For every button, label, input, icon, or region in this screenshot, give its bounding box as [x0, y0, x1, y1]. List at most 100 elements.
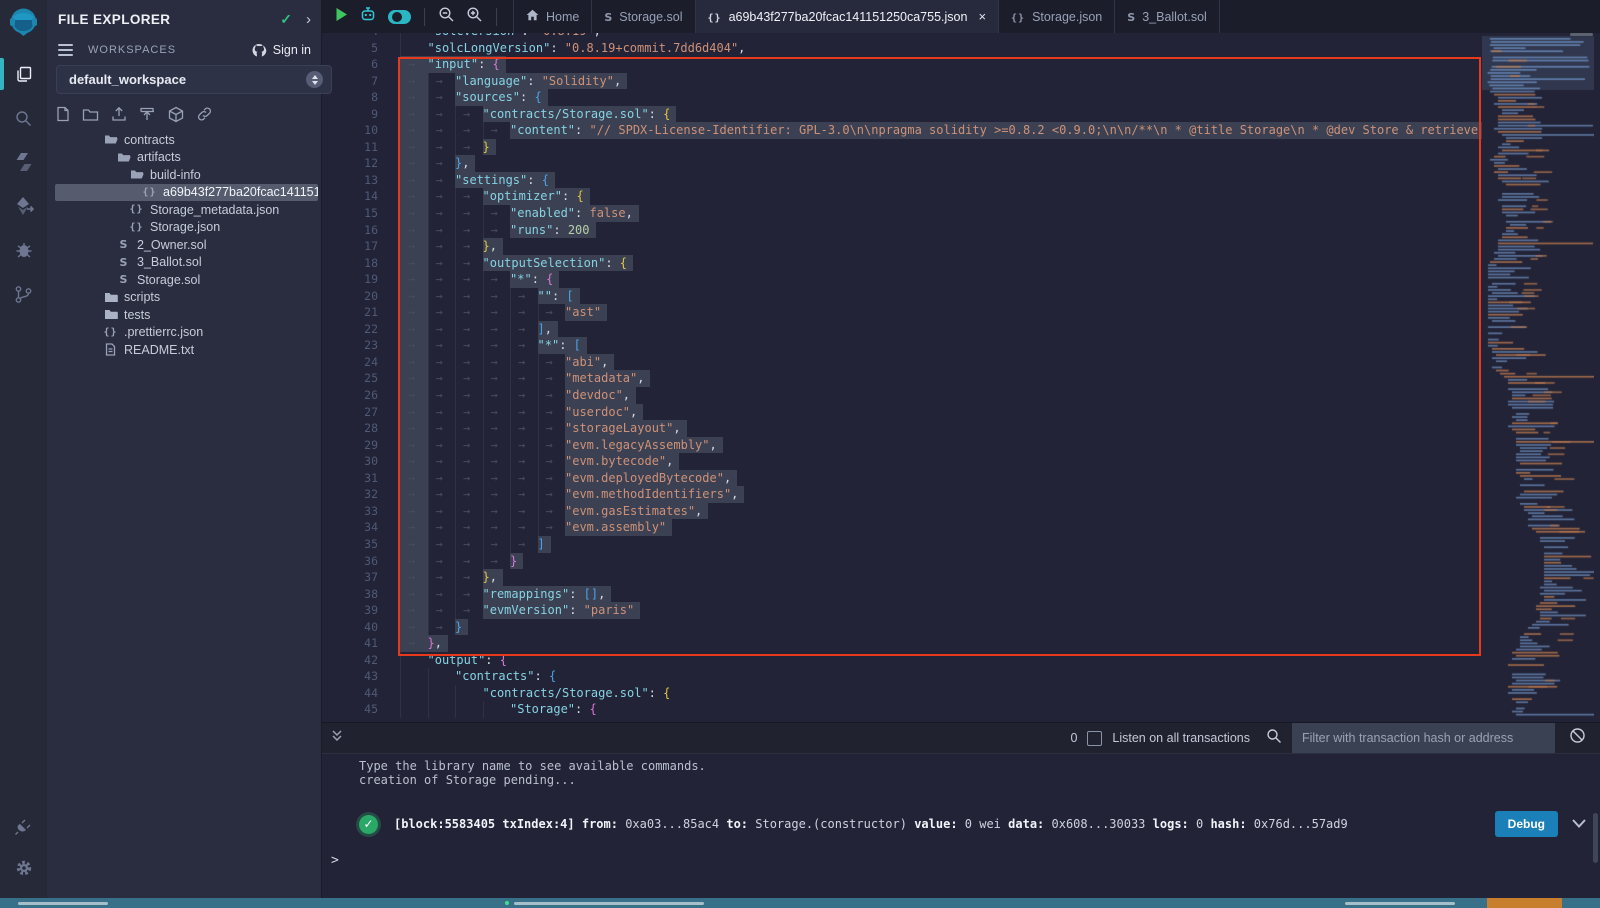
debugger-icon[interactable] — [0, 230, 47, 270]
code-line-5[interactable]: 5"solcLongVersion": "0.8.19+commit.7dd6d… — [321, 40, 1482, 57]
line-number[interactable]: 31 — [321, 470, 378, 487]
line-number[interactable]: 28 — [321, 420, 378, 437]
workspace-select[interactable]: default_workspace — [56, 65, 332, 94]
minimap[interactable] — [1482, 33, 1594, 722]
code-line-7[interactable]: 7"language": "Solidity", — [321, 73, 1482, 90]
line-number[interactable]: 20 — [321, 288, 378, 305]
code-line-44[interactable]: 44"contracts/Storage.sol": { — [321, 685, 1482, 702]
code-line-34[interactable]: 34"evm.assembly" — [321, 519, 1482, 536]
code-line-13[interactable]: 13"settings": { — [321, 172, 1482, 189]
tree-item-storage-metadata-json[interactable]: {}Storage_metadata.json — [47, 201, 320, 219]
close-tab-icon[interactable]: × — [978, 9, 986, 24]
run-script-icon[interactable] — [335, 7, 348, 27]
code-line-10[interactable]: 10"content": "// SPDX-License-Identifier… — [321, 122, 1482, 139]
line-number[interactable]: 16 — [321, 222, 378, 239]
create-folder-icon[interactable] — [82, 107, 99, 122]
code-line-36[interactable]: 36} — [321, 553, 1482, 570]
code-line-30[interactable]: 30"evm.bytecode", — [321, 453, 1482, 470]
code-line-6[interactable]: 6"input": { — [321, 56, 1482, 73]
line-number[interactable]: 37 — [321, 569, 378, 586]
status-bar[interactable] — [0, 898, 1600, 908]
debug-button[interactable]: Debug — [1495, 811, 1558, 837]
line-number[interactable]: 27 — [321, 404, 378, 421]
transaction-filter-input[interactable] — [1292, 723, 1555, 753]
ai-robot-icon[interactable] — [359, 5, 377, 28]
code-line-38[interactable]: 38"remappings": [], — [321, 586, 1482, 603]
line-number[interactable]: 12 — [321, 155, 378, 172]
line-number[interactable]: 5 — [321, 40, 378, 57]
toggle-switch[interactable] — [388, 10, 411, 24]
plugin-manager-icon[interactable] — [0, 806, 47, 846]
line-number[interactable]: 34 — [321, 519, 378, 536]
line-number[interactable]: 22 — [321, 321, 378, 338]
code-line-39[interactable]: 39"evmVersion": "paris" — [321, 602, 1482, 619]
code-line-33[interactable]: 33"evm.gasEstimates", — [321, 503, 1482, 520]
code-line-11[interactable]: 11} — [321, 139, 1482, 156]
line-number[interactable]: 11 — [321, 139, 378, 156]
code-line-35[interactable]: 35] — [321, 536, 1482, 553]
chevron-right-icon[interactable]: › — [306, 11, 311, 28]
code-line-24[interactable]: 24"abi", — [321, 354, 1482, 371]
line-number[interactable]: 21 — [321, 304, 378, 321]
code-line-23[interactable]: 23"*": [ — [321, 337, 1482, 354]
code-line-28[interactable]: 28"storageLayout", — [321, 420, 1482, 437]
code-line-32[interactable]: 32"evm.methodIdentifiers", — [321, 486, 1482, 503]
line-number[interactable]: 15 — [321, 205, 378, 222]
line-number[interactable]: 42 — [321, 652, 378, 669]
tree-item-3-ballot-sol[interactable]: S3_Ballot.sol — [47, 254, 320, 272]
line-number[interactable]: 38 — [321, 586, 378, 603]
search-icon[interactable] — [0, 98, 47, 138]
tree-item-contracts[interactable]: contracts — [47, 131, 320, 149]
terminal-prompt[interactable]: > — [331, 853, 339, 868]
code-line-12[interactable]: 12}, — [321, 155, 1482, 172]
workspaces-menu-icon[interactable] — [58, 41, 73, 59]
zoom-out-icon[interactable] — [438, 6, 455, 28]
settings-icon[interactable] — [0, 848, 47, 888]
tree-item-tests[interactable]: tests — [47, 306, 320, 324]
upload-folder-icon[interactable] — [139, 106, 156, 122]
tab-a69b43f277ba20fcac141151250ca755.json[interactable]: {}a69b43f277ba20fcac141151250ca755.json× — [696, 0, 1000, 33]
listen-all-checkbox[interactable] — [1087, 731, 1102, 746]
line-number[interactable]: 19 — [321, 271, 378, 288]
code-line-27[interactable]: 27"userdoc", — [321, 404, 1482, 421]
tree-item-storage-json[interactable]: {}Storage.json — [47, 219, 320, 237]
git-icon[interactable] — [0, 274, 47, 314]
line-number[interactable]: 9 — [321, 106, 378, 123]
code-line-17[interactable]: 17}, — [321, 238, 1482, 255]
line-number[interactable]: 45 — [321, 701, 378, 718]
zoom-in-icon[interactable] — [466, 6, 483, 28]
line-number[interactable]: 18 — [321, 255, 378, 272]
clear-console-icon[interactable] — [1569, 727, 1586, 749]
tab-3_ballot.sol[interactable]: S3_Ballot.sol — [1115, 0, 1220, 33]
collapse-terminal-icon[interactable] — [331, 729, 343, 748]
code-line-15[interactable]: 15"enabled": false, — [321, 205, 1482, 222]
minimap-slider[interactable] — [1570, 33, 1593, 36]
upload-file-icon[interactable] — [111, 106, 127, 122]
line-number[interactable]: 14 — [321, 188, 378, 205]
code-line-31[interactable]: 31"evm.deployedBytecode", — [321, 470, 1482, 487]
line-number[interactable]: 25 — [321, 370, 378, 387]
expand-tx-icon[interactable] — [1572, 815, 1586, 833]
tree-item-storage-sol[interactable]: SStorage.sol — [47, 271, 320, 289]
code-line-40[interactable]: 40} — [321, 619, 1482, 636]
remix-logo-icon[interactable] — [6, 5, 41, 40]
code-line-41[interactable]: 41}, — [321, 635, 1482, 652]
line-number[interactable]: 10 — [321, 122, 378, 139]
tab-storage.sol[interactable]: SStorage.sol — [592, 0, 695, 33]
code-line-14[interactable]: 14"optimizer": { — [321, 188, 1482, 205]
code-line-25[interactable]: 25"metadata", — [321, 370, 1482, 387]
code-line-43[interactable]: 43"contracts": { — [321, 668, 1482, 685]
line-number[interactable]: 26 — [321, 387, 378, 404]
code-line-29[interactable]: 29"evm.legacyAssembly", — [321, 437, 1482, 454]
code-line-19[interactable]: 19"*": { — [321, 271, 1482, 288]
tab-storage.json[interactable]: {}Storage.json — [999, 0, 1115, 33]
tree-item-readme-txt[interactable]: README.txt — [47, 341, 320, 359]
link-icon[interactable] — [196, 106, 213, 122]
code-editor[interactable]: 4"solcVersion": "0.8.19",5"solcLongVersi… — [321, 33, 1600, 722]
tree-item-artifacts[interactable]: artifacts — [47, 149, 320, 167]
workspace-stepper-icon[interactable] — [306, 71, 323, 88]
line-number[interactable]: 43 — [321, 668, 378, 685]
code-line-8[interactable]: 8"sources": { — [321, 89, 1482, 106]
code-line-9[interactable]: 9"contracts/Storage.sol": { — [321, 106, 1482, 123]
code-line-42[interactable]: 42"output": { — [321, 652, 1482, 669]
